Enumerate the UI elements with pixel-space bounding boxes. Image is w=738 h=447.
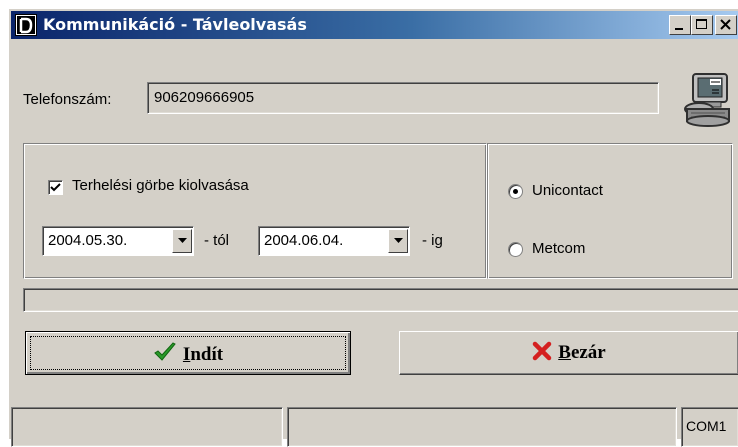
close-icon <box>720 19 731 30</box>
load-curve-group: Terhelési görbe kiolvasása 2004.05.30. -… <box>23 143 487 279</box>
radio-selected-dot <box>513 189 518 194</box>
to-date-select[interactable]: 2004.06.04. <box>258 226 410 256</box>
load-curve-checkbox[interactable] <box>48 180 63 195</box>
port-status: COM1 <box>686 418 727 434</box>
unicontact-radio[interactable] <box>508 184 523 199</box>
metcom-radio[interactable] <box>508 242 523 257</box>
to-date-dropdown-button[interactable] <box>388 229 408 253</box>
status-panel-2 <box>287 407 677 447</box>
maximize-button[interactable] <box>691 15 713 35</box>
title-bar[interactable]: Kommunikáció - Távleolvasás <box>11 11 738 39</box>
start-label-rest: ndít <box>190 344 224 365</box>
from-date-dropdown-button[interactable] <box>172 229 192 253</box>
start-button[interactable]: Indít <box>25 331 351 375</box>
chevron-down-icon <box>393 238 403 243</box>
to-suffix: - ig <box>422 232 443 249</box>
phone-label: Telefonszám: <box>23 91 112 108</box>
dialog-window: Kommunikáció - Távleolvasás Telefonszám:… <box>8 8 738 447</box>
load-curve-label[interactable]: Terhelési görbe kiolvasása <box>72 177 249 194</box>
close-button-content: Bezár <box>400 341 738 364</box>
metcom-label[interactable]: Metcom <box>532 240 585 257</box>
protocol-group: Unicontact Metcom <box>487 143 733 279</box>
from-date-select[interactable]: 2004.05.30. <box>42 226 194 256</box>
checkmark-icon <box>154 342 176 361</box>
close-button[interactable]: Bezár <box>399 331 738 375</box>
checkmark-icon <box>50 183 61 192</box>
network-computer-icon <box>679 71 737 129</box>
from-date-value: 2004.05.30. <box>48 232 128 249</box>
start-button-content: Indít <box>26 341 350 366</box>
chevron-down-icon <box>177 238 187 243</box>
status-panel-port: COM1 <box>681 407 738 447</box>
to-date-value: 2004.06.04. <box>264 232 344 249</box>
app-icon <box>15 14 37 36</box>
status-panel-1 <box>11 407 283 447</box>
red-x-icon <box>533 341 552 361</box>
from-suffix: - tól <box>204 232 230 249</box>
close-accel-letter: B <box>558 342 571 363</box>
window-title: Kommunikáció - Távleolvasás <box>43 15 307 34</box>
maximize-icon <box>696 19 707 29</box>
unicontact-label[interactable]: Unicontact <box>532 182 603 199</box>
minimize-button[interactable] <box>669 15 691 35</box>
phone-field[interactable]: 906209666905 <box>147 82 659 114</box>
close-window-button[interactable] <box>715 15 737 35</box>
close-label-rest: ezár <box>570 342 606 363</box>
minimize-icon <box>675 28 683 30</box>
progress-bar <box>23 288 738 312</box>
phone-value: 906209666905 <box>154 89 255 106</box>
